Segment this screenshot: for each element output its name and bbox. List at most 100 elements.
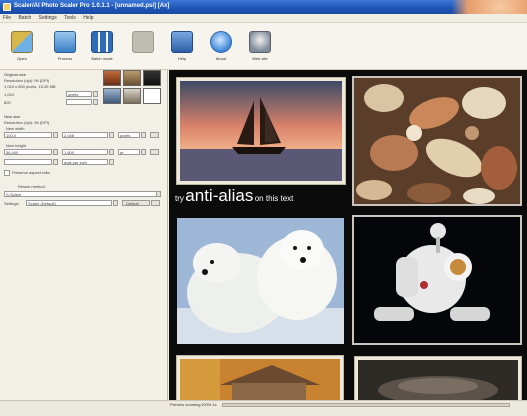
dark-image xyxy=(358,360,518,400)
batch-label: Batch mode xyxy=(91,56,113,61)
zoom-label: Preview zooming xyxy=(170,402,201,407)
about-button[interactable]: About xyxy=(205,27,237,67)
new-width-spinner[interactable] xyxy=(53,132,58,138)
process-button[interactable]: Process xyxy=(49,27,81,67)
menu-help[interactable]: Help xyxy=(80,14,96,22)
preset-default-label: Default xyxy=(126,201,139,206)
app-icon xyxy=(3,3,11,11)
original-height: 800 xyxy=(4,100,11,105)
anti-alias-text: try anti-alias on this text xyxy=(175,186,350,206)
shells-image xyxy=(354,78,520,204)
new-width-label: New width xyxy=(6,126,25,131)
settings-panel: Original size Resolution (dpi): 96 (DPI)… xyxy=(0,70,168,406)
dpi-value-field[interactable] xyxy=(4,159,52,165)
original-unit-dropdown[interactable] xyxy=(93,91,98,97)
sailboat-photo xyxy=(177,78,345,184)
web-icon xyxy=(249,31,271,53)
preset-label: Settings xyxy=(4,201,19,206)
dark-photo xyxy=(355,357,521,400)
resize-method-select[interactable] xyxy=(4,191,160,197)
dpi-method: dots per inch xyxy=(64,160,87,165)
zoom-slider[interactable] xyxy=(222,403,510,407)
open-button[interactable]: Open xyxy=(6,27,38,67)
blank-button[interactable] xyxy=(127,27,159,67)
original-width: 1,024 xyxy=(4,92,15,97)
new-width-px-spinner[interactable] xyxy=(109,132,114,138)
new-height-spinner[interactable] xyxy=(53,149,58,155)
new-size-title: New size xyxy=(4,114,21,119)
blank-icon xyxy=(132,31,154,53)
sailboat-image xyxy=(180,81,342,181)
batch-icon xyxy=(91,31,113,53)
height-unit-dropdown[interactable] xyxy=(141,149,146,155)
polar-bears-image xyxy=(177,218,344,344)
new-resolution: Resolution (dpi): 96 (DPI) xyxy=(4,120,50,125)
menu-batch[interactable]: Batch xyxy=(15,14,34,22)
new-width-value: 100.0 xyxy=(6,133,17,138)
thumbnail[interactable] xyxy=(143,70,161,86)
toolbar: Open Process Batch mode Help About Web s… xyxy=(0,23,527,70)
about-label: About xyxy=(215,56,227,61)
original-dpi-dropdown[interactable] xyxy=(93,99,98,105)
anti-alias-suffix: on this text xyxy=(254,194,294,203)
menu-tools[interactable]: Tools xyxy=(61,14,79,22)
status-bar: Preview zooming 100% 1x xyxy=(0,400,527,416)
width-unit: pixels xyxy=(120,133,131,138)
menu-file[interactable]: File xyxy=(0,14,14,22)
resize-method-value: S-Spline xyxy=(6,192,22,197)
height-extra-button[interactable] xyxy=(150,149,159,155)
preview-canvas[interactable]: try anti-alias on this text xyxy=(169,70,527,400)
help-button[interactable]: Help xyxy=(166,27,198,67)
width-extra-button[interactable] xyxy=(150,132,159,138)
astronaut-image xyxy=(354,217,520,343)
title-bar: Scaler/AI Photo Scaler Pro 1.0.1.1 - [un… xyxy=(0,0,527,22)
resize-method-label: Resize method xyxy=(18,184,45,189)
thumbnail[interactable] xyxy=(123,88,141,104)
new-height-px: 1,600 xyxy=(64,150,75,155)
cabin-photo xyxy=(177,356,343,400)
original-dimensions: 1,024 x 800 pixels, 15.26 MB xyxy=(4,84,56,89)
new-width-px: 2,048 xyxy=(64,133,75,138)
preset-extra-button[interactable] xyxy=(151,200,160,206)
batch-mode-button[interactable]: Batch mode xyxy=(86,27,118,67)
about-icon xyxy=(210,31,232,53)
thumbnail[interactable] xyxy=(103,88,121,104)
thumbnail[interactable] xyxy=(143,88,161,104)
shells-photo xyxy=(352,76,522,206)
menu-settings[interactable]: Settings xyxy=(36,14,60,22)
open-label: Open xyxy=(17,56,27,61)
new-height-label: New height xyxy=(6,143,27,148)
dpi-spinner[interactable] xyxy=(53,159,58,165)
polar-bears-photo xyxy=(177,218,344,344)
resize-method-dropdown[interactable] xyxy=(156,191,161,197)
original-unit: pixels xyxy=(68,92,79,97)
help-label: Help xyxy=(177,56,187,61)
width-unit-dropdown[interactable] xyxy=(141,132,146,138)
help-icon xyxy=(171,31,193,53)
website-label: Web site xyxy=(252,56,268,61)
website-button[interactable]: Web site xyxy=(244,27,276,67)
new-height-value: 56,400 xyxy=(6,150,19,155)
window-title: Scaler/AI Photo Scaler Pro 1.0.1.1 - [un… xyxy=(14,3,170,9)
zoom-value: 100% 1x xyxy=(201,402,217,407)
original-dpi-select[interactable] xyxy=(66,99,92,105)
astronaut-photo xyxy=(352,215,522,345)
keep-ratio-checkbox[interactable] xyxy=(4,170,10,176)
anti-alias-big: anti-alias xyxy=(185,186,254,205)
thumbnail[interactable] xyxy=(103,70,121,86)
height-unit: pt xyxy=(120,150,124,155)
thumbnail[interactable] xyxy=(123,70,141,86)
anti-alias-prefix: try xyxy=(175,194,184,203)
preset-value: Scaler (Default) xyxy=(28,201,56,206)
keep-ratio-label: Preserve aspect ratio xyxy=(12,170,50,175)
dpi-method-dropdown[interactable] xyxy=(109,159,114,165)
new-height-px-spinner[interactable] xyxy=(109,149,114,155)
open-icon xyxy=(11,31,33,53)
process-icon xyxy=(54,31,76,53)
menu-bar: File Batch Settings Tools Help xyxy=(0,14,527,23)
thumbnail-strip xyxy=(103,70,163,108)
preset-dropdown[interactable] xyxy=(113,200,118,206)
process-label: Process xyxy=(57,56,73,61)
cabin-image xyxy=(180,359,340,400)
original-size-title: Original size xyxy=(4,72,27,77)
